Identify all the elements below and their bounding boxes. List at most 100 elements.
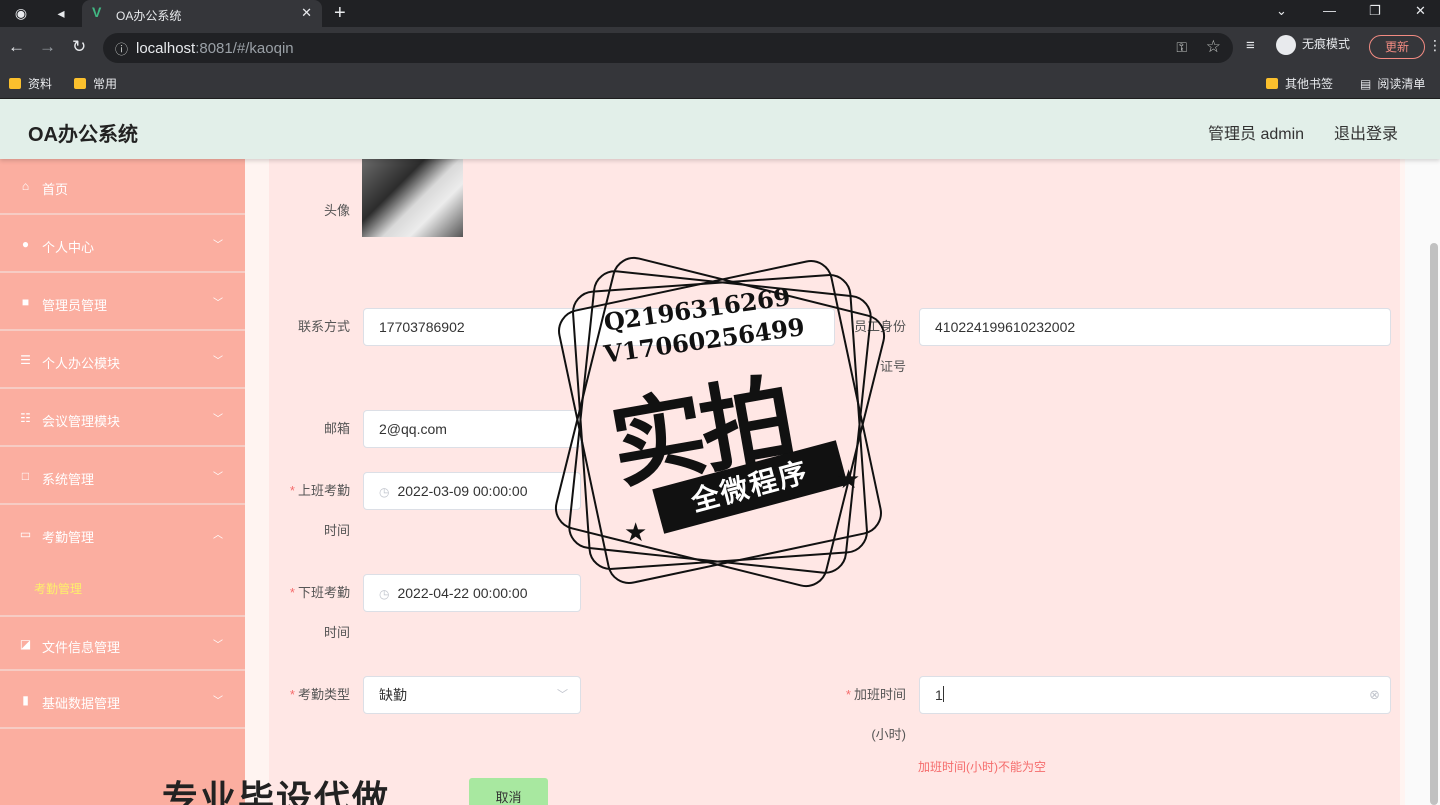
required-mark: * xyxy=(289,585,295,600)
phone-label: 联系方式 xyxy=(297,319,350,334)
incognito-indicator[interactable]: 无痕模式 xyxy=(1276,35,1350,55)
chevron-down-icon: ﹀ xyxy=(213,240,223,251)
clear-icon[interactable]: ⊗ xyxy=(1369,677,1380,713)
current-user: 管理员 admin xyxy=(1208,126,1305,143)
sidebar-item-attendance-management[interactable]: ▭ 考勤管理 ︿ xyxy=(0,507,245,563)
sidebar-item-label: 系统管理 xyxy=(42,472,95,487)
card-icon: ▭ xyxy=(19,527,32,541)
reload-icon[interactable]: ↻ xyxy=(72,37,86,57)
briefcase-icon: ■ xyxy=(21,295,30,309)
id-number-input[interactable]: 410224199610232002 xyxy=(919,308,1391,346)
restore-icon[interactable]: ❐ xyxy=(1369,3,1381,19)
browser-tab[interactable]: V OA办公系统 ✕ xyxy=(82,0,322,27)
attendance-type-select[interactable]: 缺勤 ﹀ xyxy=(363,676,581,714)
browser-tab-bar: ◉ ◂ V OA办公系统 ✕ + ⌄ — ❐ ✕ xyxy=(0,0,1440,27)
overtime-error-message: 加班时间(小时)不能为空 xyxy=(918,760,1046,774)
sidebar-subitem-label: 考勤管理 xyxy=(34,582,83,596)
sidebar-item-label: 文件信息管理 xyxy=(42,640,121,655)
email-input[interactable]: 2@qq.com xyxy=(363,410,581,448)
clock-icon: ◷ xyxy=(379,587,390,601)
overtime-input[interactable]: 1 ⊗ xyxy=(919,676,1391,714)
chevron-down-icon: ﹀ xyxy=(557,689,568,701)
clock-icon: ◷ xyxy=(379,485,390,499)
sidebar-item-meeting-management[interactable]: ☷ 会议管理模块 ﹀ xyxy=(0,391,245,447)
key-icon[interactable]: ⚿ xyxy=(1176,39,1187,56)
bookmarks-bar: 资料 常用 其他书签 ▤ 阅读清单 xyxy=(0,69,1440,99)
update-button[interactable]: 更新 xyxy=(1369,35,1425,59)
overtime-label-line1: * 加班时间 xyxy=(845,687,906,702)
reading-list-link[interactable]: ▤ 阅读清单 xyxy=(1360,75,1425,92)
vue-logo-icon: V xyxy=(92,4,102,20)
forward-icon[interactable]: → xyxy=(39,37,56,57)
chevron-down-icon: ﹀ xyxy=(213,356,223,367)
checkin-time-label-line2: 时间 xyxy=(323,523,350,538)
sidebar-item-personal-office[interactable]: ☰ 个人办公模块 ﹀ xyxy=(0,333,245,389)
avatar-label: 头像 xyxy=(323,203,350,218)
crop-icon: □ xyxy=(21,469,30,483)
sidebar-item-file-management[interactable]: ◪ 文件信息管理 ﹀ xyxy=(0,615,245,671)
user-icon: ● xyxy=(21,237,30,251)
incognito-label: 无痕模式 xyxy=(1302,37,1351,52)
site-info-icon[interactable]: ⓘ xyxy=(115,39,128,58)
bookmark-folder-changyong[interactable]: 常用 xyxy=(74,75,117,92)
new-tab-icon[interactable]: + xyxy=(334,2,346,25)
required-mark: * xyxy=(289,483,295,498)
folder-icon xyxy=(1266,78,1278,89)
sidebar-subitem-attendance[interactable]: 考勤管理 xyxy=(0,562,245,612)
email-label: 邮箱 xyxy=(323,421,350,436)
sidebar-item-basic-data[interactable]: ▮ 基础数据管理 ﹀ xyxy=(0,673,245,729)
scrollbar-thumb[interactable] xyxy=(1430,243,1438,805)
bookmark-folder-ziliao[interactable]: 资料 xyxy=(9,75,52,92)
window-close-icon[interactable]: ✕ xyxy=(1415,3,1426,19)
sidebar-item-label: 个人办公模块 xyxy=(42,356,121,371)
chevron-down-icon: ﹀ xyxy=(213,298,223,309)
overtime-label-line2: (小时) xyxy=(871,727,906,742)
id-number-label-line1: 员工身份 xyxy=(853,319,906,334)
url-field[interactable]: ⓘ localhost:8081/#/kaoqin ⚿ ☆ xyxy=(103,33,1233,63)
globe-icon[interactable]: ◉ xyxy=(12,4,30,22)
watermark-bottom-text: 专业毕设代做 xyxy=(162,778,391,805)
reading-list-icon[interactable]: ≡ xyxy=(1246,37,1255,54)
app-header: OA办公系统 管理员 admin 退出登录 xyxy=(0,99,1440,159)
sidebar-item-label: 基础数据管理 xyxy=(42,696,121,711)
scrollbar-track[interactable] xyxy=(1405,159,1440,805)
browser-menu-icon[interactable]: ⋮ xyxy=(1428,37,1440,54)
bookmark-star-icon[interactable]: ☆ xyxy=(1206,37,1221,57)
bookmark-folder-other[interactable]: 其他书签 xyxy=(1266,75,1333,92)
url-path: :8081/#/kaoqin xyxy=(195,40,294,57)
app-title: OA办公系统 xyxy=(28,124,138,146)
minimize-icon[interactable]: — xyxy=(1323,3,1336,18)
sidebar-item-label: 考勤管理 xyxy=(42,530,95,545)
chevron-up-icon: ︿ xyxy=(213,530,223,541)
checkout-time-label-line1: * 下班考勤 xyxy=(289,585,350,600)
required-mark: * xyxy=(289,687,295,702)
stack-icon: ☰ xyxy=(20,353,31,367)
sidebar: ⌂ 首页 ● 个人中心 ﹀ ■ 管理员管理 ﹀ ☰ 个人办公模块 ﹀ ☷ 会议管… xyxy=(0,159,245,805)
sidebar-item-label: 个人中心 xyxy=(42,240,95,255)
sliders-icon: ☷ xyxy=(20,411,31,425)
sidebar-item-home[interactable]: ⌂ 首页 xyxy=(0,159,245,215)
id-number-label-line2: 证号 xyxy=(879,359,906,374)
required-mark: * xyxy=(845,687,851,702)
bar-chart-icon: ▮ xyxy=(22,693,29,707)
home-icon: ⌂ xyxy=(21,179,30,193)
tab-title: OA办公系统 xyxy=(116,9,182,23)
sidebar-item-label: 首页 xyxy=(42,182,69,197)
speaker-icon[interactable]: ◂ xyxy=(52,4,70,22)
sidebar-item-personal-center[interactable]: ● 个人中心 ﹀ xyxy=(0,217,245,273)
phone-input[interactable]: 17703786902 xyxy=(363,308,835,346)
url-host: localhost xyxy=(136,40,196,57)
sidebar-item-admin-management[interactable]: ■ 管理员管理 ﹀ xyxy=(0,275,245,331)
checkin-time-picker[interactable]: ◷ 2022-03-09 00:00:00 xyxy=(363,472,581,510)
close-tab-icon[interactable]: ✕ xyxy=(301,5,312,21)
chevron-down-icon: ﹀ xyxy=(213,696,223,707)
tab-search-icon[interactable]: ⌄ xyxy=(1276,3,1287,19)
checkout-time-picker[interactable]: ◷ 2022-04-22 00:00:00 xyxy=(363,574,581,612)
text-cursor xyxy=(942,686,944,702)
back-icon[interactable]: ← xyxy=(8,37,25,57)
logout-link[interactable]: 退出登录 xyxy=(1334,120,1398,144)
cancel-button[interactable]: 取消 xyxy=(469,778,548,805)
sidebar-item-system-management[interactable]: □ 系统管理 ﹀ xyxy=(0,449,245,505)
chevron-down-icon: ﹀ xyxy=(213,414,223,425)
address-bar: ← → ↻ ⓘ localhost:8081/#/kaoqin ⚿ ☆ ≡ 无痕… xyxy=(0,27,1440,69)
